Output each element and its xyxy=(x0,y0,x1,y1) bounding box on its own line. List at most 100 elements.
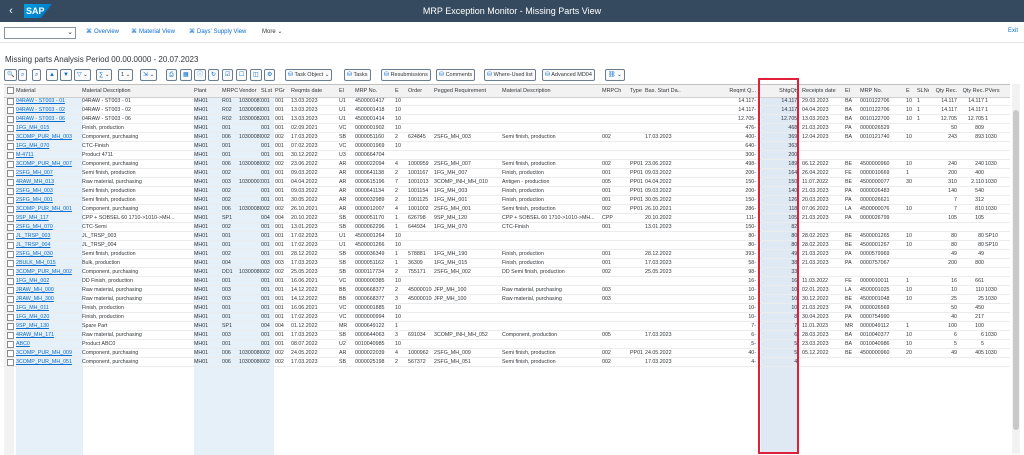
filter-button[interactable]: ▽ ⌄ xyxy=(74,69,91,81)
row-checkbox[interactable] xyxy=(7,304,14,312)
row-checkbox[interactable] xyxy=(7,286,14,294)
row-checkbox[interactable] xyxy=(7,277,14,285)
column-header[interactable]: Reqmt Q... xyxy=(710,85,756,97)
sort-ascending-button[interactable]: ▲ xyxy=(46,69,58,81)
material-link[interactable]: 04RAW - ST003 - 02 xyxy=(16,106,80,114)
row-checkbox[interactable] xyxy=(7,268,14,276)
details-button[interactable]: 🔍 xyxy=(4,69,18,81)
material-view-button[interactable]: ⌘ Material View xyxy=(131,28,175,36)
row-checkbox[interactable] xyxy=(7,241,14,249)
table-row[interactable]: ABC0 Product ABC0 MH01 001 001 001 08.07.2022 U… xyxy=(4,340,1010,349)
material-link[interactable]: 04RAW - ST003 - 01 xyxy=(16,97,80,105)
row-checkbox[interactable] xyxy=(7,223,14,231)
material-link[interactable]: JL_TRSP_004 xyxy=(16,241,80,249)
deselect-button[interactable]: ☐ xyxy=(236,69,248,81)
row-checkbox[interactable] xyxy=(7,106,14,114)
row-checkbox[interactable] xyxy=(7,133,14,141)
material-link[interactable]: JRAW_MH_300 xyxy=(16,295,80,303)
variant-select[interactable]: ⌄ xyxy=(4,27,76,39)
material-link[interactable]: 1FG_MH_015 xyxy=(16,124,80,132)
material-link[interactable]: 9SP_MH_130 xyxy=(16,322,80,330)
row-checkbox[interactable] xyxy=(7,331,14,339)
row-checkbox[interactable] xyxy=(7,358,14,366)
table-row[interactable]: 3COMP_PUR_MH_009 Component, purchasing MH0… xyxy=(4,349,1010,358)
column-header[interactable]: MRPCn xyxy=(222,85,238,97)
column-header[interactable]: MRPCh xyxy=(602,85,629,97)
comments-button[interactable]: ⛁ Comments xyxy=(436,69,476,81)
column-header[interactable]: E xyxy=(906,85,916,97)
row-checkbox[interactable] xyxy=(7,178,14,186)
material-link[interactable]: 04RAW - ST003 - 06 xyxy=(16,115,80,123)
table-row[interactable]: 1FG_MH_020 Finish, production MH01 001 001 00… xyxy=(4,313,1010,322)
row-checkbox[interactable] xyxy=(7,322,14,330)
task-object-button[interactable]: ⛁ Task Object ⌄ xyxy=(285,69,333,81)
column-header[interactable]: Receipts date xyxy=(802,85,844,97)
column-header[interactable]: E xyxy=(395,85,406,97)
column-header[interactable]: PGr xyxy=(275,85,289,97)
select-all-checkbox[interactable] xyxy=(7,87,14,94)
material-link[interactable]: 2SFG_MH_001 xyxy=(16,196,80,204)
resubmissions-button[interactable]: ⛁ Resubmissions xyxy=(381,69,431,81)
column-header[interactable]: Type xyxy=(630,85,644,97)
table-row[interactable]: 1FG_MH_015 Finish, production MH01 001 001 00… xyxy=(4,124,1010,133)
refresh-button[interactable]: ↻ xyxy=(208,69,220,81)
column-header[interactable]: MRP No. xyxy=(355,85,393,97)
graphic-button[interactable]: ▦ xyxy=(180,69,192,81)
material-link[interactable]: 2SFG_MH_030 xyxy=(16,250,80,258)
column-header[interactable]: Order xyxy=(408,85,432,97)
material-link[interactable]: 1FG_MH_020 xyxy=(16,313,80,321)
row-checkbox[interactable] xyxy=(7,196,14,204)
table-row[interactable]: 2SFG_MH_007 Semi finish, production MH01 00… xyxy=(4,169,1010,178)
table-row[interactable]: 04RAW - ST003 - 02 04RAW - ST003 - 02 MH01… xyxy=(4,106,1010,115)
info-button[interactable]: ⓘ xyxy=(194,69,207,81)
table-row[interactable]: 3COMP_PUR_MH_001 Component, purchasing MH0… xyxy=(4,205,1010,214)
column-header[interactable]: MRP No. xyxy=(860,85,904,97)
table-row[interactable]: 3COMP_PUR_MH_007 Component, purchasing MH0… xyxy=(4,160,1010,169)
table-row[interactable]: 2SFG_MH_030 Semi finish, production MH01 00… xyxy=(4,250,1010,259)
material-link[interactable]: M-4711 xyxy=(16,151,80,159)
table-row[interactable]: JL_TRSP_004 JL_TRSP_004 MH01 001 001 001 17.02… xyxy=(4,241,1010,250)
table-row[interactable]: 2SFG_MH_003 Semi finish, production MH01 00… xyxy=(4,187,1010,196)
row-checkbox[interactable] xyxy=(7,205,14,213)
row-checkbox[interactable] xyxy=(7,169,14,177)
table-row[interactable]: 2SFG_MH_001 Semi finish, production MH01 00… xyxy=(4,196,1010,205)
material-link[interactable]: JRAW_MH_000 xyxy=(16,286,80,294)
scrollbar-thumb[interactable] xyxy=(1013,110,1019,430)
table-row[interactable]: 9SP_MH_117 CPP + SOBSEL 60 1710->1010->MH… xyxy=(4,214,1010,223)
column-header[interactable]: SLst xyxy=(261,85,274,97)
view-button[interactable]: ◫ xyxy=(250,69,262,81)
material-link[interactable]: 4RAW_MH_171 xyxy=(16,331,80,339)
column-header[interactable]: El xyxy=(845,85,859,97)
material-link[interactable]: 2BULK_MH_015 xyxy=(16,259,80,267)
row-checkbox[interactable] xyxy=(7,142,14,150)
column-header[interactable]: Pegged Requirement xyxy=(434,85,500,97)
advanced-md04-button[interactable]: ⛁ Advanced MD04 xyxy=(542,69,595,81)
export-button[interactable]: ⇲ ⌄ xyxy=(140,69,158,81)
table-row[interactable]: 1FG_MH_070 CTC-Finish MH01 001 001 001 07.02.2… xyxy=(4,142,1010,151)
table-row[interactable]: 1FG_MH_011 Finish, production MH01 001 001 00… xyxy=(4,304,1010,313)
column-header[interactable]: Material Description xyxy=(82,85,192,97)
column-header[interactable]: Material Description xyxy=(502,85,600,97)
material-link[interactable]: JL_TRSP_003 xyxy=(16,232,80,240)
table-row[interactable]: JRAW_MH_000 Raw material, purchasing MH01 0… xyxy=(4,286,1010,295)
material-link[interactable]: 3COMP_PUR_MH_001 xyxy=(16,205,80,213)
material-link[interactable]: 3COMP_PUR_MH_051 xyxy=(16,358,80,366)
column-header[interactable]: Vendor xyxy=(239,85,261,97)
settings-button[interactable]: ⚙ xyxy=(264,69,276,81)
table-row[interactable]: 3COMP_PUR_MH_051 Component, purchasing MH0… xyxy=(4,358,1010,367)
row-checkbox[interactable] xyxy=(7,124,14,132)
days-supply-view-button[interactable]: ⌘ Days' Supply View xyxy=(189,28,246,36)
table-row[interactable]: 3COMP_PUR_MH_003 Component, purchasing MH0… xyxy=(4,133,1010,142)
row-checkbox[interactable] xyxy=(7,214,14,222)
exit-button[interactable]: Exit xyxy=(1008,28,1018,34)
sort-descending-button[interactable]: ▼ xyxy=(60,69,72,81)
column-header[interactable]: Qty Rec. xyxy=(959,85,984,97)
material-link[interactable]: 2SFG_MH_007 xyxy=(16,169,80,177)
vertical-scrollbar[interactable] xyxy=(1012,84,1020,454)
column-header[interactable]: Material xyxy=(16,85,80,97)
table-row[interactable]: 04RAW - ST003 - 06 04RAW - ST003 - 06 MH01… xyxy=(4,115,1010,124)
row-checkbox[interactable] xyxy=(7,160,14,168)
row-checkbox[interactable] xyxy=(7,250,14,258)
material-link[interactable]: 2SFG_MH_003 xyxy=(16,187,80,195)
layout-button[interactable]: ∑ ⌄ xyxy=(96,69,113,81)
